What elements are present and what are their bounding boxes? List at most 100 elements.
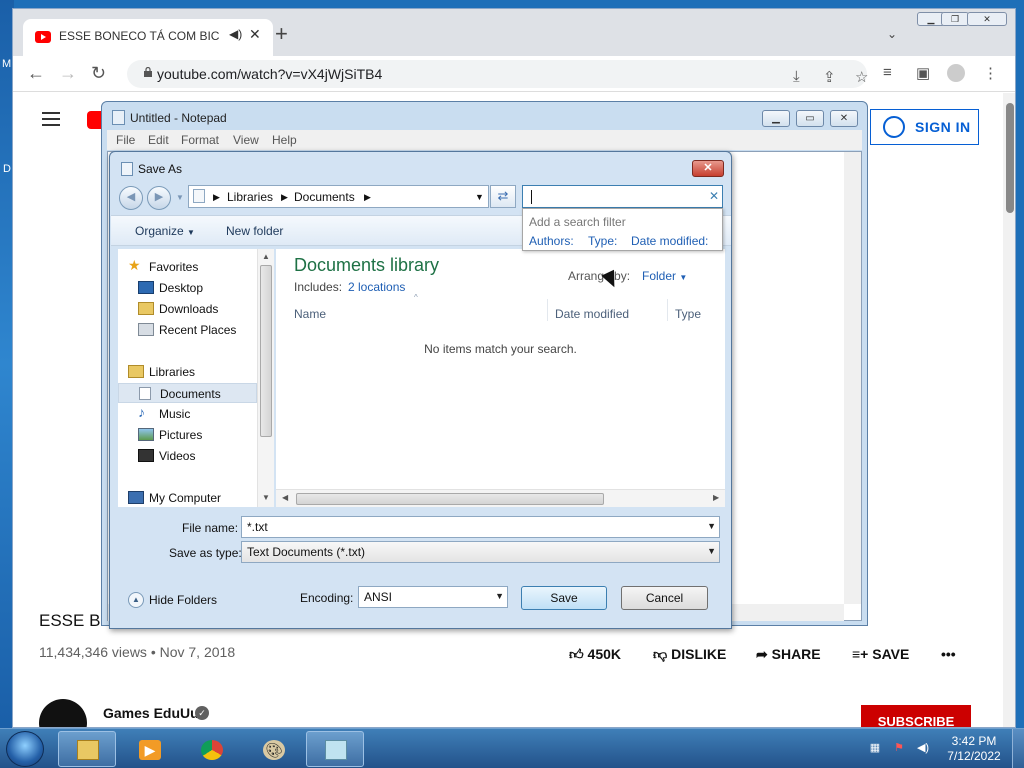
dialog-close-button[interactable]: ✕	[692, 160, 724, 177]
search-input[interactable]: ✕	[522, 185, 723, 208]
taskbar-notepad[interactable]	[306, 731, 364, 767]
nav-item-recent-places[interactable]: Recent Places	[118, 320, 257, 340]
tab-close-icon[interactable]: ✕	[249, 26, 261, 43]
tab-search-chevron-icon[interactable]: ⌄	[887, 27, 897, 41]
show-desktop-button[interactable]	[1012, 729, 1024, 768]
breadcrumb-separator-icon[interactable]: ▶	[213, 192, 220, 203]
profile-avatar-icon[interactable]	[947, 64, 965, 82]
column-header-type[interactable]: Type	[675, 307, 701, 321]
save-button[interactable]: Save	[521, 586, 607, 610]
more-actions-icon[interactable]: •••	[941, 646, 956, 662]
taskbar-chrome[interactable]	[182, 731, 240, 767]
network-icon[interactable]: ▦	[868, 741, 882, 755]
chevron-down-icon[interactable]: ▼	[707, 521, 716, 531]
menu-kebab-icon[interactable]: ⋮	[983, 64, 998, 82]
breadcrumb-separator-icon[interactable]: ▶	[281, 192, 288, 203]
clear-search-icon[interactable]: ✕	[709, 189, 719, 203]
scroll-left-icon[interactable]: ◀	[282, 493, 288, 502]
address-dropdown-icon[interactable]: ▼	[475, 192, 484, 202]
save-as-type-select[interactable]: Text Documents (*.txt) ▼	[241, 541, 720, 563]
browser-tab[interactable]: ESSE BONECO TÁ COM BICHO ◀) ✕	[23, 19, 273, 56]
nav-item-pictures[interactable]: Pictures	[118, 425, 257, 445]
new-tab-icon[interactable]: +	[275, 23, 288, 45]
breadcrumb[interactable]: ▶ Libraries ▶ Documents ▶ ▼	[188, 185, 489, 208]
nav-item-my-computer[interactable]: My Computer	[118, 488, 257, 508]
page-scrollbar[interactable]	[1003, 93, 1015, 727]
scroll-right-icon[interactable]: ▶	[713, 493, 719, 502]
nav-item-libraries[interactable]: Libraries	[118, 362, 257, 382]
menu-view[interactable]: View	[233, 133, 259, 147]
recent-locations-chevron-icon[interactable]: ▼	[176, 193, 184, 202]
file-name-input[interactable]: *.txt ▼	[241, 516, 720, 538]
notepad-vertical-scrollbar[interactable]	[844, 152, 861, 604]
encoding-select[interactable]: ANSI ▼	[358, 586, 508, 608]
arrange-by-dropdown[interactable]: Folder ▼	[642, 269, 687, 283]
taskbar-media-player[interactable]: ▶	[120, 731, 178, 767]
nav-pane-scrollbar[interactable]: ▲ ▼	[257, 249, 274, 507]
nav-item-videos[interactable]: Videos	[118, 446, 257, 466]
nav-scroll-thumb[interactable]	[260, 265, 272, 437]
hamburger-menu-icon[interactable]	[42, 112, 60, 126]
menu-edit[interactable]: Edit	[148, 133, 169, 147]
nav-item-documents[interactable]: Documents	[118, 383, 257, 403]
cancel-button[interactable]: Cancel	[621, 586, 708, 610]
hide-folders-button[interactable]: Hide Folders	[149, 593, 217, 607]
filter-authors[interactable]: Authors:	[529, 234, 574, 248]
notepad-close-button[interactable]: ✕	[830, 110, 858, 127]
menu-format[interactable]: Format	[181, 133, 219, 147]
scroll-down-icon[interactable]: ▼	[262, 493, 270, 502]
audio-playing-icon[interactable]: ◀)	[229, 27, 242, 41]
volume-icon[interactable]: ◀)	[916, 741, 930, 755]
bookmark-star-icon[interactable]: ☆	[855, 68, 868, 86]
menu-help[interactable]: Help	[272, 133, 297, 147]
save-to-playlist-button[interactable]: ≡+ SAVE	[852, 646, 909, 662]
organize-menu[interactable]: Organize ▼	[135, 224, 195, 238]
share-page-icon[interactable]: ⇪	[823, 68, 836, 86]
breadcrumb-documents[interactable]: Documents	[294, 190, 355, 204]
file-list-horizontal-scrollbar[interactable]: ◀ ▶	[276, 489, 725, 507]
horizontal-scroll-thumb[interactable]	[296, 493, 604, 505]
breadcrumb-libraries[interactable]: Libraries	[227, 190, 273, 204]
reading-list-icon[interactable]: ≡	[883, 64, 892, 81]
column-header-date[interactable]: Date modified	[555, 307, 629, 321]
menu-file[interactable]: File	[116, 133, 135, 147]
breadcrumb-separator-icon[interactable]: ▶	[364, 192, 371, 203]
back-arrow-icon[interactable]: ←	[27, 62, 45, 84]
nav-item-desktop[interactable]: Desktop	[118, 278, 257, 298]
new-folder-button[interactable]: New folder	[226, 224, 283, 238]
reload-icon[interactable]: ↻	[91, 62, 106, 84]
notepad-minimize-button[interactable]: ▁	[762, 110, 790, 127]
file-list-area[interactable]: Documents library Includes: 2 locations …	[276, 249, 725, 507]
clock[interactable]: 3:42 PM 7/12/2022	[944, 734, 1004, 764]
column-header-name[interactable]: Name	[294, 307, 326, 321]
column-divider[interactable]	[547, 299, 548, 321]
hide-folders-icon[interactable]: ▲	[128, 592, 144, 608]
taskbar-paint[interactable]: 🎨︎	[244, 731, 302, 767]
taskbar-explorer[interactable]	[58, 731, 116, 767]
start-button[interactable]	[6, 731, 44, 767]
back-arrow-icon[interactable]: ◀	[119, 186, 143, 210]
scroll-up-icon[interactable]: ▲	[262, 252, 270, 261]
dislike-button[interactable]: 👎︎ DISLIKE	[653, 646, 726, 663]
like-button[interactable]: 👍︎ 450K	[569, 646, 621, 663]
sign-in-button[interactable]: SIGN IN	[870, 109, 979, 145]
refresh-icon[interactable]: ⇄	[490, 185, 516, 208]
channel-name[interactable]: Games EduUu	[103, 705, 199, 721]
nav-item-downloads[interactable]: Downloads	[118, 299, 257, 319]
address-bar[interactable]: youtube.com/watch?v=vX4jWjSiTB4 ⤓ ⇪ ☆	[127, 60, 868, 88]
channel-avatar[interactable]	[39, 699, 87, 727]
restore-button[interactable]: ❐	[941, 12, 969, 26]
action-center-flag-icon[interactable]: ⚑	[892, 741, 906, 755]
notepad-maximize-button[interactable]: ▭	[796, 110, 824, 127]
install-app-icon[interactable]: ⤓	[793, 68, 800, 85]
close-window-button[interactable]: ✕	[967, 12, 1007, 26]
nav-item-music[interactable]: ♪ Music	[118, 404, 257, 424]
forward-arrow-icon[interactable]: →	[59, 62, 77, 84]
forward-arrow-icon[interactable]: ▶	[147, 186, 171, 210]
filter-date-modified[interactable]: Date modified:	[631, 234, 708, 248]
filter-type[interactable]: Type:	[588, 234, 617, 248]
share-button[interactable]: ➦ SHARE	[756, 646, 821, 663]
nav-item-favorites[interactable]: ★ Favorites	[118, 257, 257, 277]
column-divider[interactable]	[667, 299, 668, 321]
page-scroll-thumb[interactable]	[1006, 103, 1014, 213]
